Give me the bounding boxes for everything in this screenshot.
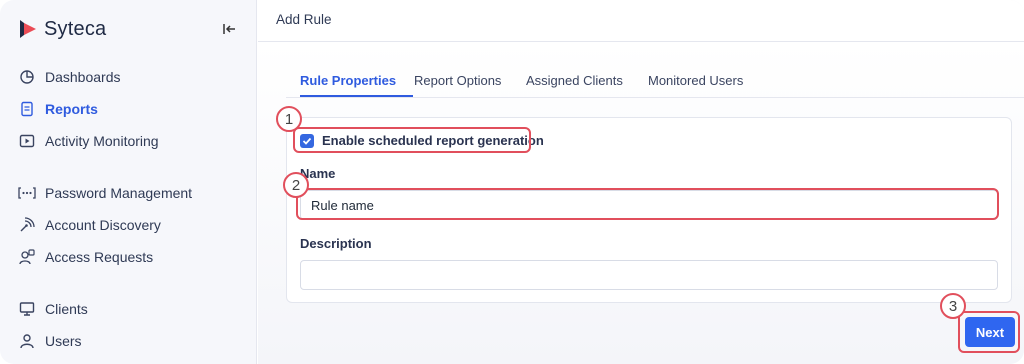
name-field-value: Rule name bbox=[311, 197, 374, 213]
sidebar-item-label: Reports bbox=[45, 101, 98, 117]
annotation-marker-2: 2 bbox=[283, 172, 309, 198]
sidebar-item-dashboards[interactable]: Dashboards bbox=[18, 66, 121, 88]
sidebar-item-activity-monitoring[interactable]: Activity Monitoring bbox=[18, 130, 159, 152]
sidebar-item-label: Password Management bbox=[45, 185, 193, 201]
sidebar-item-label: Account Discovery bbox=[45, 217, 161, 233]
play-icon bbox=[18, 132, 36, 150]
name-field[interactable]: Rule name bbox=[300, 190, 998, 220]
monitor-icon bbox=[18, 300, 36, 318]
tab-monitored-users[interactable]: Monitored Users bbox=[648, 73, 743, 88]
description-label: Description bbox=[300, 236, 372, 251]
page-title: Add Rule bbox=[276, 12, 332, 27]
sidebar-item-label: Access Requests bbox=[45, 249, 154, 265]
top-bar: Add Rule bbox=[258, 0, 1024, 42]
sidebar-item-label: Clients bbox=[45, 301, 88, 317]
enable-scheduled-row[interactable]: Enable scheduled report generation bbox=[300, 133, 544, 148]
sidebar: Syteca Dashboards Reports Activity Monit… bbox=[0, 0, 257, 364]
collapse-sidebar-icon[interactable] bbox=[222, 22, 236, 36]
tab-rule-properties[interactable]: Rule Properties bbox=[300, 73, 396, 88]
tabs-divider bbox=[286, 97, 1024, 98]
checkmark-icon bbox=[302, 137, 312, 145]
sidebar-item-label: Activity Monitoring bbox=[45, 133, 159, 149]
sidebar-item-account-discovery[interactable]: Account Discovery bbox=[18, 214, 161, 236]
annotation-marker-1: 1 bbox=[276, 106, 302, 132]
sidebar-item-users[interactable]: Users bbox=[18, 330, 82, 352]
enable-scheduled-label: Enable scheduled report generation bbox=[322, 133, 544, 148]
annotation-marker-3: 3 bbox=[940, 293, 966, 319]
sidebar-item-password-management[interactable]: Password Management bbox=[18, 182, 192, 204]
user-icon bbox=[18, 332, 36, 350]
tab-report-options[interactable]: Report Options bbox=[414, 73, 501, 88]
report-icon bbox=[18, 100, 36, 118]
brand-name: Syteca bbox=[44, 17, 107, 40]
app-window: Syteca Dashboards Reports Activity Monit… bbox=[0, 0, 1024, 364]
description-field[interactable] bbox=[300, 260, 998, 290]
syteca-logo-icon bbox=[20, 20, 36, 38]
sidebar-item-access-requests[interactable]: Access Requests bbox=[18, 246, 153, 268]
access-request-icon bbox=[18, 248, 36, 266]
enable-scheduled-checkbox[interactable] bbox=[300, 133, 314, 148]
discovery-icon bbox=[18, 216, 36, 234]
sidebar-item-label: Users bbox=[45, 333, 82, 349]
sidebar-item-reports[interactable]: Reports bbox=[18, 98, 98, 120]
dashboard-icon bbox=[18, 68, 36, 86]
tab-assigned-clients[interactable]: Assigned Clients bbox=[526, 73, 623, 88]
password-icon bbox=[18, 184, 36, 202]
brand-logo[interactable]: Syteca bbox=[18, 17, 106, 41]
next-button[interactable]: Next bbox=[965, 317, 1015, 347]
sidebar-item-label: Dashboards bbox=[45, 69, 121, 85]
sidebar-item-clients[interactable]: Clients bbox=[18, 298, 88, 320]
main-panel: Add Rule Rule Properties Report Options … bbox=[258, 0, 1024, 364]
